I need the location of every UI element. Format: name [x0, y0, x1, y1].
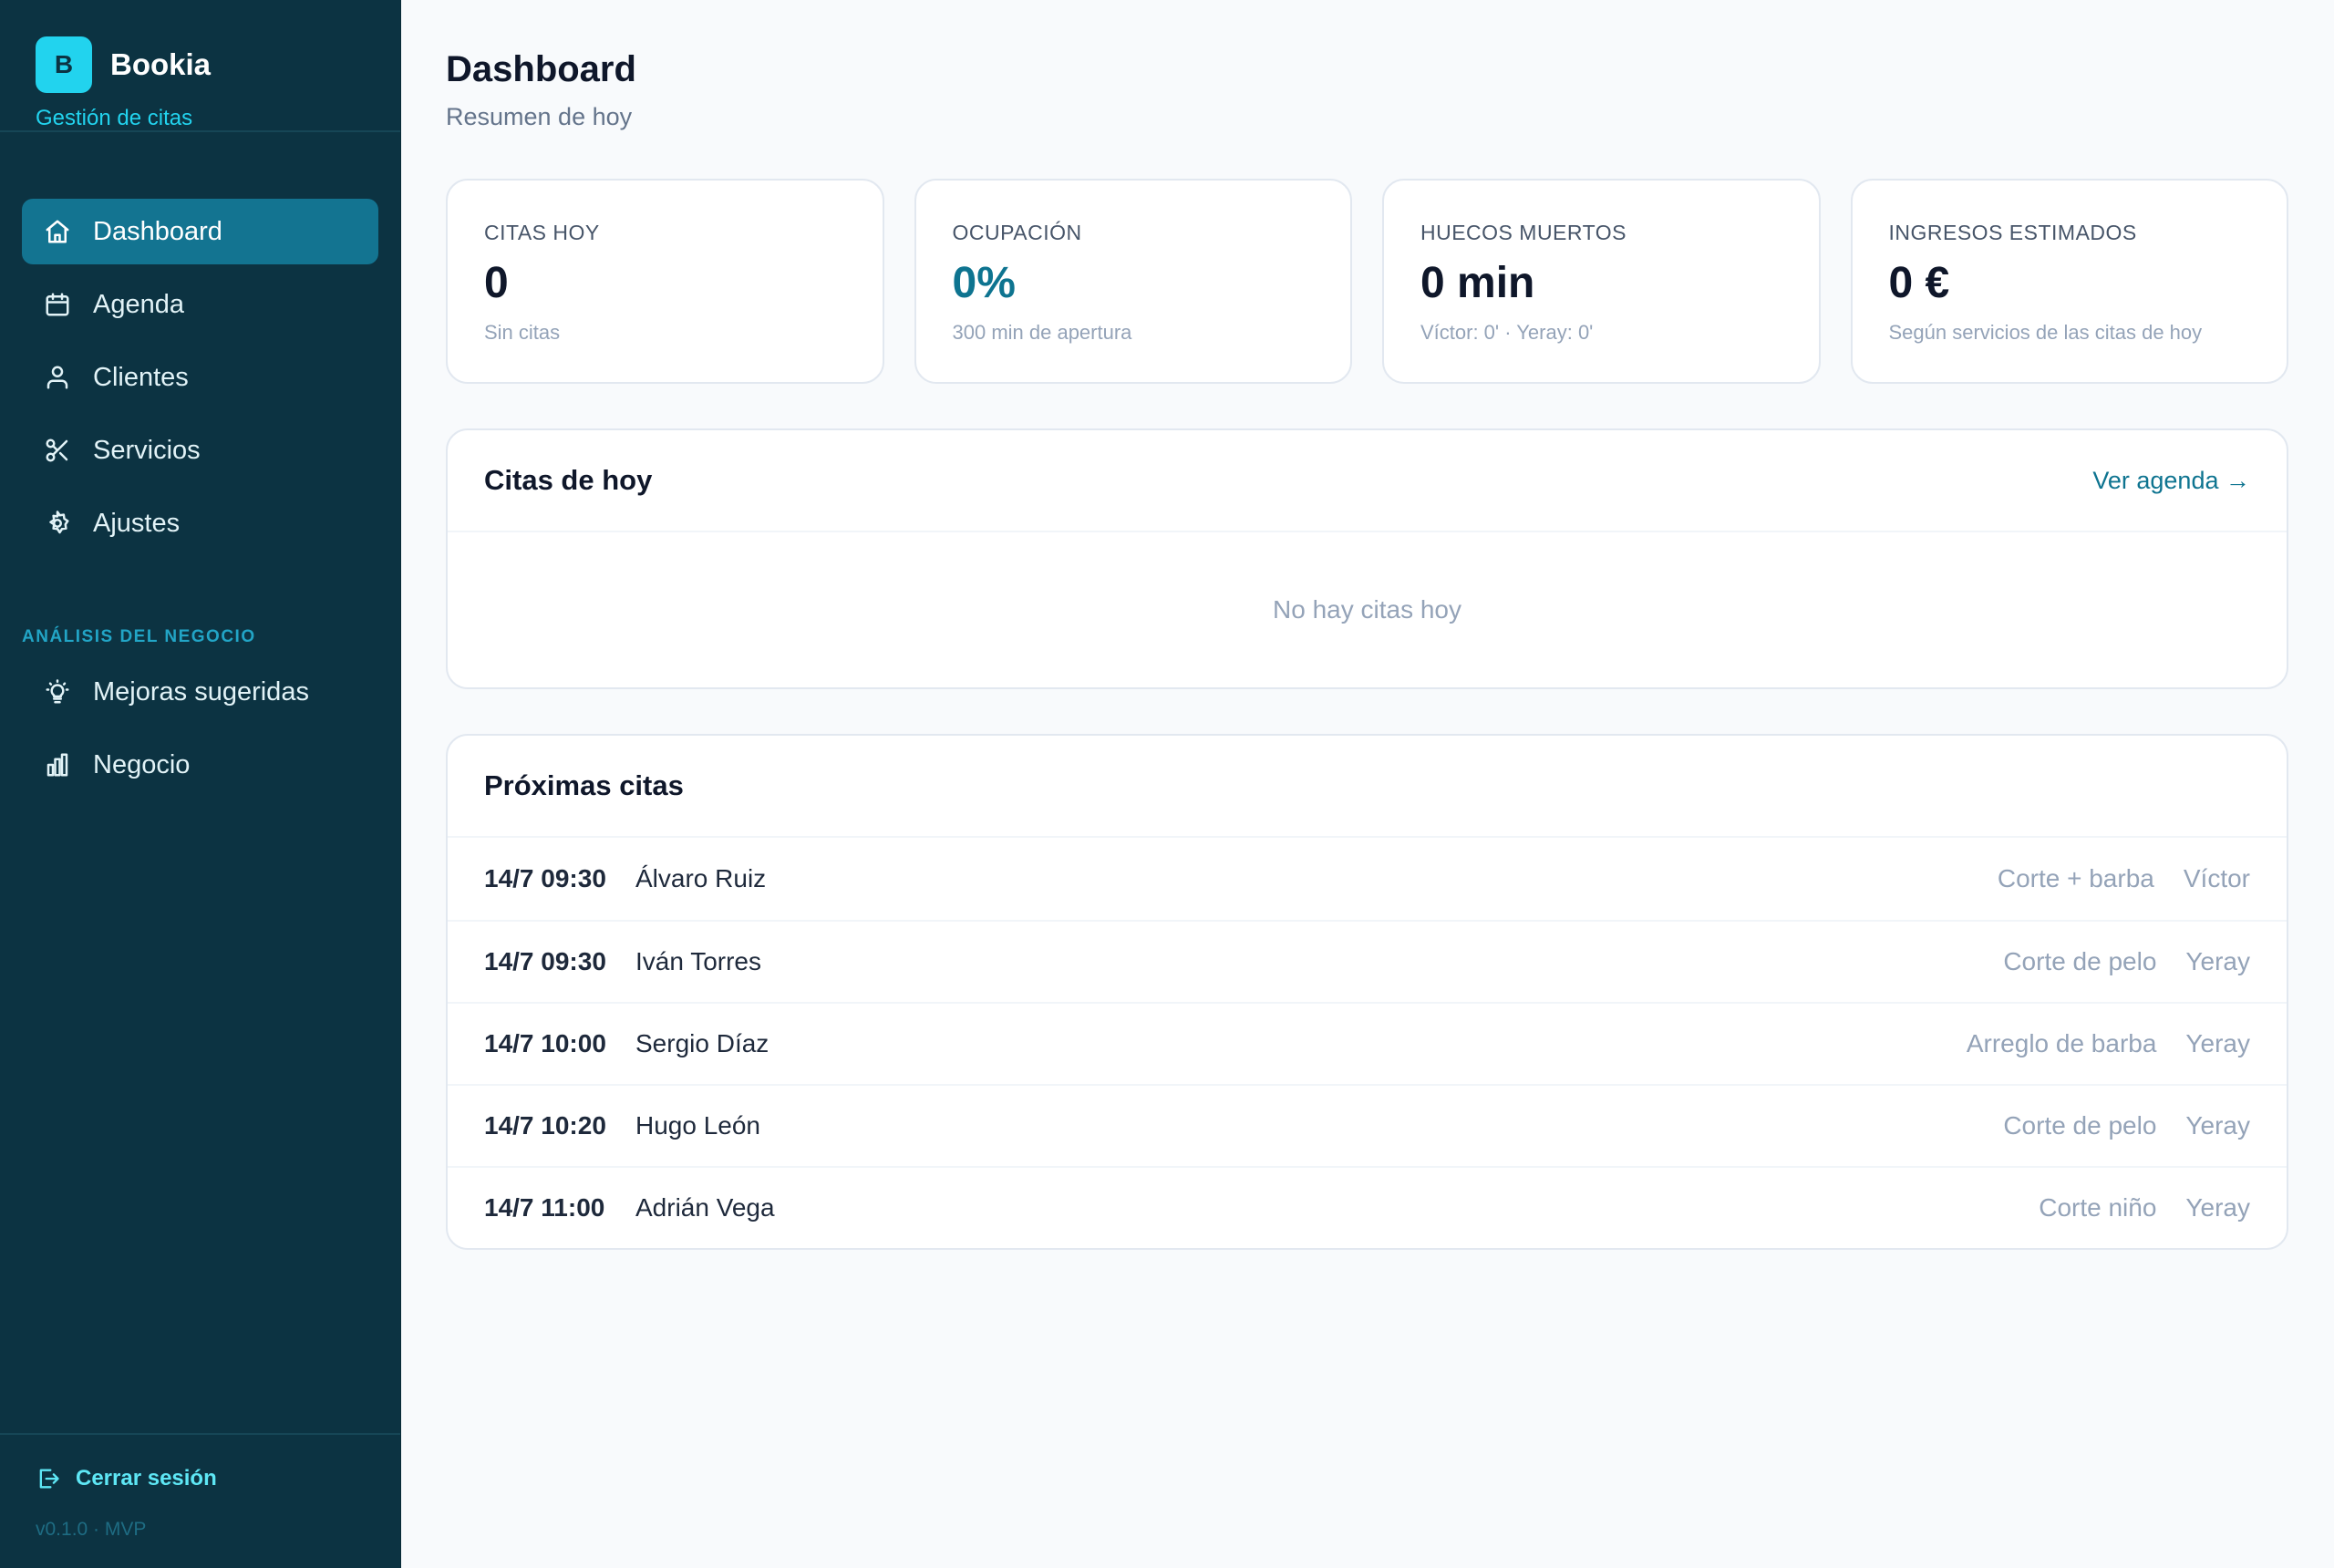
appointment-staff: Yeray	[2185, 947, 2250, 975]
kpi-note: Según servicios de las citas de hoy	[1888, 321, 2203, 344]
page-title: Dashboard	[446, 49, 636, 89]
kpi-label: OCUPACIÓN	[952, 221, 1082, 244]
appointment-time: 14/7 10:20	[484, 1111, 606, 1140]
appointment-client: Iván Torres	[635, 947, 761, 975]
sidebar-item-agenda[interactable]: Agenda	[22, 272, 378, 337]
kpi-card-citas-hoy: CITAS HOY 0 Sin citas	[446, 179, 884, 384]
appointment-service: Corte + barba	[1997, 864, 2154, 892]
appointment-row[interactable]: 14/7 10:20 Hugo León Corte de pelo Yeray	[448, 1084, 2287, 1166]
kpi-value: 0	[484, 259, 509, 307]
sidebar-item-label: Ajustes	[93, 508, 181, 538]
kpi-card-ingresos: INGRESOS ESTIMADOS 0 € Según servicios d…	[1850, 179, 2288, 384]
sidebar-item-label: Clientes	[93, 362, 189, 392]
appointment-time: 14/7 11:00	[484, 1193, 605, 1222]
kpi-label: HUECOS MUERTOS	[1420, 221, 1627, 244]
sidebar-footer: Cerrar sesión v0.1.0 · MVP	[0, 1433, 400, 1568]
main-content: Dashboard Resumen de hoy CITAS HOY 0 Sin…	[401, 0, 2334, 1568]
analysis-nav: Mejoras sugeridas Negocio	[0, 659, 400, 805]
page-subtitle: Resumen de hoy	[446, 103, 633, 130]
sidebar-item-negocio[interactable]: Negocio	[22, 732, 378, 798]
sidebar-item-ajustes[interactable]: Ajustes	[22, 490, 378, 556]
sidebar-item-label: Agenda	[93, 289, 184, 319]
kpi-note: Sin citas	[484, 321, 561, 344]
sidebar-item-servicios[interactable]: Servicios	[22, 418, 378, 483]
card-title: Próximas citas	[484, 769, 684, 801]
appointment-client: Hugo León	[635, 1111, 761, 1140]
kpi-note: Víctor: 0' · Yeray: 0'	[1420, 321, 1594, 344]
kpi-label: INGRESOS ESTIMADOS	[1888, 221, 2137, 244]
upcoming-appointments-card: Próximas citas 14/7 09:30 Álvaro Ruiz Co…	[446, 734, 2288, 1250]
appointment-client: Sergio Díaz	[635, 1029, 769, 1057]
card-header: Próximas citas	[448, 736, 2287, 838]
home-icon	[46, 220, 69, 243]
kpi-value: 0%	[952, 259, 1016, 307]
main-nav: Dashboard Agenda Clientes Servicios Ajus…	[0, 132, 400, 563]
view-agenda-link[interactable]: Ver agenda →	[2092, 467, 2250, 495]
card-title: Citas de hoy	[484, 464, 653, 496]
bar-chart-icon	[46, 753, 68, 777]
appointment-staff: Víctor	[2183, 864, 2250, 892]
appointment-list: 14/7 09:30 Álvaro Ruiz Corte + barba Víc…	[448, 838, 2287, 1248]
section-label-analysis: ANÁLISIS DEL NEGOCIO	[22, 627, 256, 646]
kpi-label: CITAS HOY	[484, 221, 600, 244]
sidebar-item-label: Dashboard	[93, 216, 222, 246]
brand-subtitle: Gestión de citas	[36, 106, 193, 130]
appointment-service: Corte de pelo	[2003, 1111, 2157, 1140]
appointment-service: Arreglo de barba	[1966, 1029, 2157, 1057]
appointment-staff: Yeray	[2185, 1193, 2250, 1222]
kpi-card-huecos-muertos: HUECOS MUERTOS 0 min Víctor: 0' · Yeray:…	[1382, 179, 1821, 384]
kpi-note: 300 min de apertura	[952, 321, 1132, 344]
appointment-service: Corte de pelo	[2003, 947, 2157, 975]
brand-logo: B	[36, 36, 92, 93]
users-icon	[46, 366, 68, 389]
appointment-time: 14/7 09:30	[484, 864, 606, 892]
sidebar: B Bookia Gestión de citas Dashboard Agen…	[0, 0, 401, 1568]
appointment-row[interactable]: 14/7 09:30 Iván Torres Corte de pelo Yer…	[448, 920, 2287, 1002]
sidebar-item-label: Servicios	[93, 435, 201, 465]
appointment-service: Corte niño	[2039, 1193, 2157, 1222]
sidebar-item-label: Negocio	[93, 749, 191, 779]
sidebar-item-label: Mejoras sugeridas	[93, 676, 309, 707]
appointment-time: 14/7 10:00	[484, 1029, 606, 1057]
appointment-row[interactable]: 14/7 09:30 Álvaro Ruiz Corte + barba Víc…	[448, 838, 2287, 920]
logout-button[interactable]: Cerrar sesión	[36, 1466, 365, 1491]
today-appointments-card: Citas de hoy Ver agenda → No hay citas h…	[446, 428, 2288, 689]
appointment-time: 14/7 09:30	[484, 947, 606, 975]
brand-name: Bookia	[110, 47, 212, 81]
logout-icon	[39, 1469, 59, 1489]
appointment-staff: Yeray	[2185, 1111, 2250, 1140]
calendar-icon	[46, 293, 69, 316]
kpi-value: 0 €	[1888, 259, 1950, 307]
sidebar-item-mejoras[interactable]: Mejoras sugeridas	[22, 659, 378, 725]
appointment-client: Álvaro Ruiz	[635, 864, 767, 892]
card-header: Citas de hoy Ver agenda →	[448, 430, 2287, 532]
kpi-card-ocupacion: OCUPACIÓN 0% 300 min de apertura	[914, 179, 1352, 384]
version-label: v0.1.0 · MVP	[36, 1519, 147, 1540]
sidebar-item-dashboard[interactable]: Dashboard	[22, 199, 378, 264]
appointment-row[interactable]: 14/7 11:00 Adrián Vega Corte niño Yeray	[448, 1166, 2287, 1248]
kpi-value: 0 min	[1420, 259, 1535, 307]
sidebar-item-clientes[interactable]: Clientes	[22, 345, 378, 410]
empty-state: No hay citas hoy	[1273, 595, 1461, 624]
lightbulb-icon	[46, 679, 69, 704]
brand: B Bookia Gestión de citas	[0, 0, 400, 132]
appointment-staff: Yeray	[2185, 1029, 2250, 1057]
scissors-icon	[46, 438, 68, 462]
appointment-row[interactable]: 14/7 10:00 Sergio Díaz Arreglo de barba …	[448, 1002, 2287, 1084]
logout-label: Cerrar sesión	[76, 1466, 217, 1491]
gear-icon	[49, 511, 69, 534]
kpi-cards: CITAS HOY 0 Sin citas OCUPACIÓN 0% 300 m…	[446, 179, 2288, 384]
appointment-client: Adrián Vega	[635, 1193, 775, 1222]
